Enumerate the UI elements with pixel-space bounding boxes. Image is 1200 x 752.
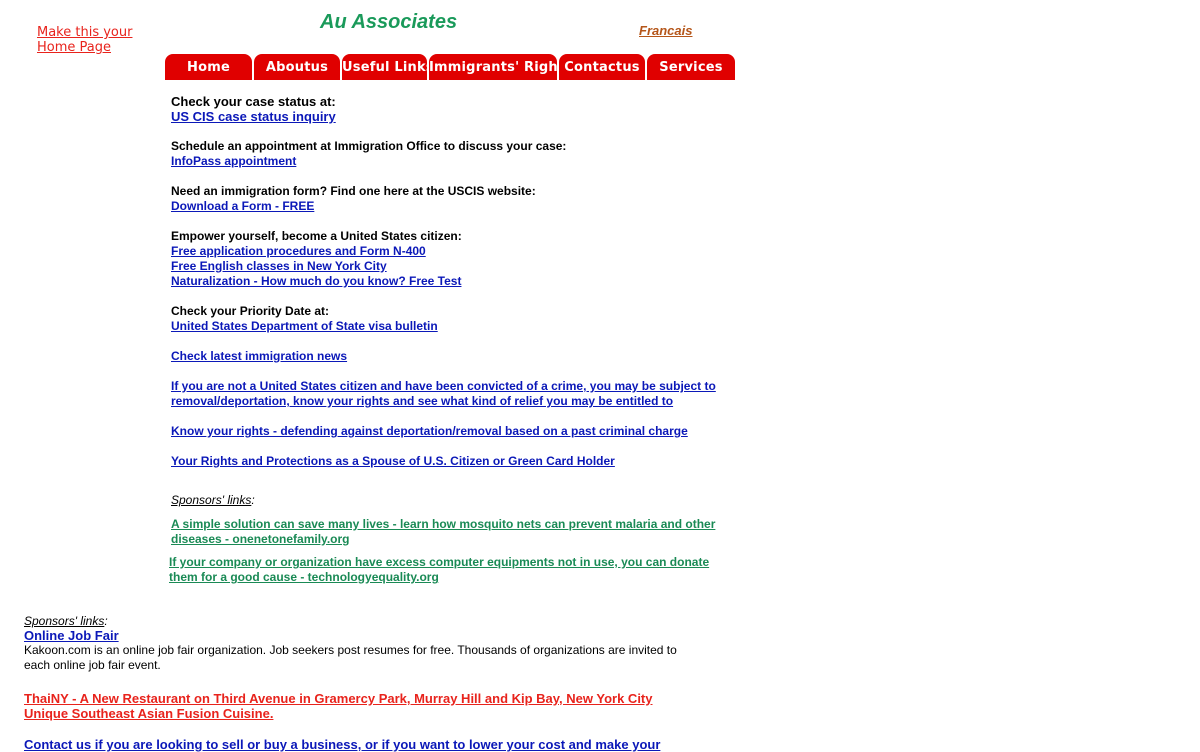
form-label: Need an immigration form? Find one here … xyxy=(171,184,536,198)
sponsors-links-heading: Sponsors' links: xyxy=(171,493,255,507)
tab-home[interactable]: Home xyxy=(165,54,252,80)
criminal-conviction-link-line2: removal/deportation, know your rights an… xyxy=(171,394,674,408)
tab-immigrants-rights[interactable]: Immigrants' Rights xyxy=(429,54,557,80)
immigration-news-link[interactable]: Check latest immigration news xyxy=(171,349,731,364)
download-form-link[interactable]: Download a Form - FREE xyxy=(171,199,731,214)
mosquito-nets-sponsor-link[interactable]: A simple solution can save many lives - … xyxy=(171,517,721,547)
criminal-conviction-link-line1: If you are not a United States citizen a… xyxy=(171,379,716,393)
know-your-rights-link[interactable]: Know your rights - defending against dep… xyxy=(171,424,731,439)
n400-procedures-link[interactable]: Free application procedures and Form N-4… xyxy=(171,244,731,259)
tab-services[interactable]: Services xyxy=(647,54,735,80)
make-home-page-link[interactable]: Make this your Home Page xyxy=(37,25,147,55)
computer-donation-sponsor-link[interactable]: If your company or organization have exc… xyxy=(169,555,719,585)
thainy-link-line1: ThaiNY - A New Restaurant on Third Avenu… xyxy=(24,691,653,706)
main-content: Check your case status at: US CIS case s… xyxy=(169,94,731,585)
sponsors-links-label: Sponsors' links xyxy=(171,493,252,507)
naturalization-test-link[interactable]: Naturalization - How much do you know? F… xyxy=(171,274,731,289)
visa-bulletin-link[interactable]: United States Department of State visa b… xyxy=(171,319,731,334)
online-job-fair-link[interactable]: Online Job Fair xyxy=(24,628,704,643)
bottom-sponsors: Sponsors' links: Online Job Fair Kakoon.… xyxy=(24,614,704,752)
priority-date-label: Check your Priority Date at: xyxy=(171,304,330,318)
case-status-label: Check your case status at: xyxy=(171,94,336,109)
criminal-conviction-link[interactable]: If you are not a United States citizen a… xyxy=(171,379,731,409)
thainy-link-line2: Unique Southeast Asian Fusion Cuisine. xyxy=(24,706,274,721)
contact-business-link[interactable]: Contact us if you are looking to sell or… xyxy=(24,737,704,752)
thainy-restaurant-link[interactable]: ThaiNY - A New Restaurant on Third Avenu… xyxy=(24,691,704,721)
tab-contactus[interactable]: Contactus xyxy=(559,54,645,80)
uscis-case-status-link[interactable]: US CIS case status inquiry xyxy=(171,109,731,124)
bottom-sponsors-heading: Sponsors' links: xyxy=(24,614,108,628)
bottom-sponsors-label: Sponsors' links xyxy=(24,614,105,628)
spouse-rights-link[interactable]: Your Rights and Protections as a Spouse … xyxy=(171,454,731,469)
main-nav: Home Aboutus Useful Links Immigrants' Ri… xyxy=(165,54,737,80)
infopass-appointment-link[interactable]: InfoPass appointment xyxy=(171,154,731,169)
tab-aboutus[interactable]: Aboutus xyxy=(254,54,340,80)
francais-language-link[interactable]: Francais xyxy=(639,23,692,38)
english-classes-link[interactable]: Free English classes in New York City xyxy=(171,259,731,274)
site-title: Au Associates xyxy=(320,11,458,33)
job-fair-description: Kakoon.com is an online job fair organiz… xyxy=(24,643,677,672)
citizen-label: Empower yourself, become a United States… xyxy=(171,229,462,243)
appointment-label: Schedule an appointment at Immigration O… xyxy=(171,139,567,153)
tab-useful-links[interactable]: Useful Links xyxy=(342,54,427,80)
